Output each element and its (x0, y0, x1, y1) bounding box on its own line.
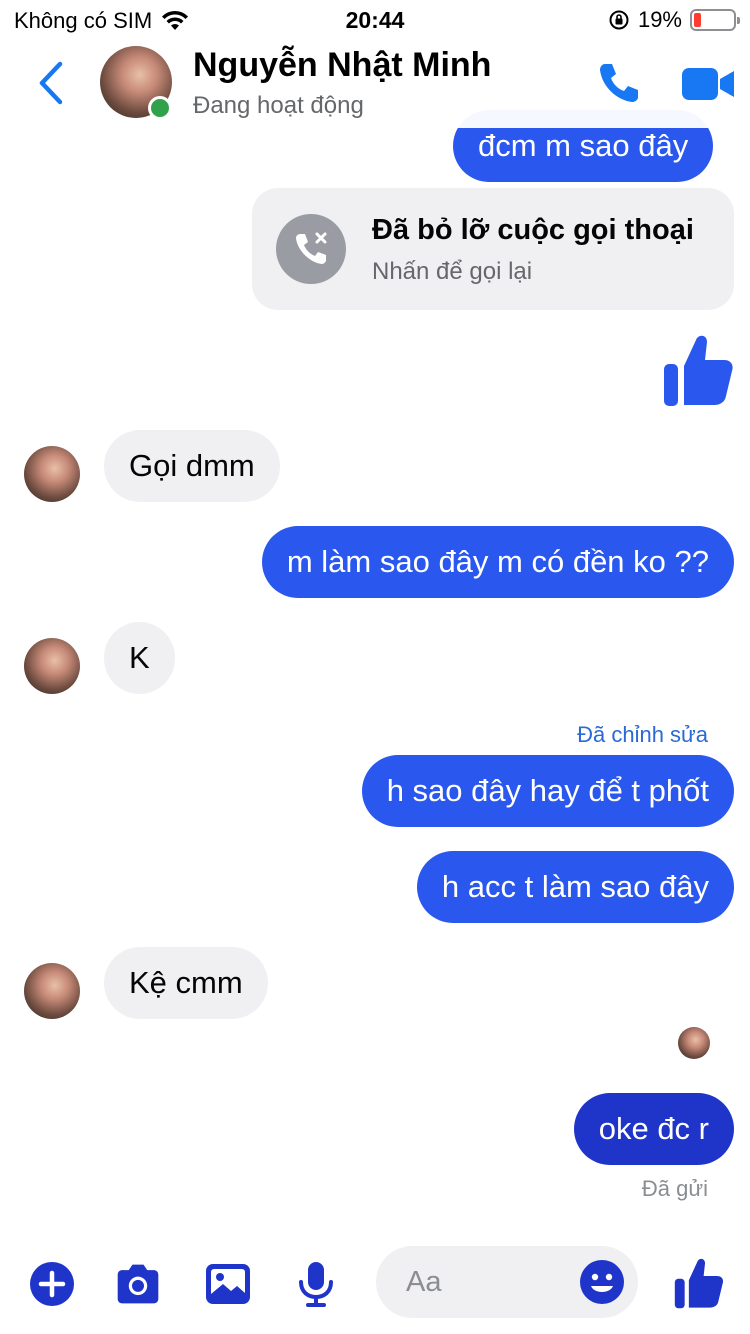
missed-call-icon (276, 214, 346, 284)
message-bubble[interactable]: h acc t làm sao đây (416, 851, 734, 923)
missed-call-card[interactable]: Đã bỏ lỡ cuộc gọi thoại Nhấn để gọi lại (252, 188, 734, 310)
edited-label[interactable]: Đã chỉnh sửa (577, 722, 708, 748)
battery-level (694, 13, 701, 27)
thumbs-up-icon[interactable] (672, 1256, 724, 1310)
thumbs-up-icon[interactable] (660, 332, 734, 408)
seen-receipt-avatar (678, 1027, 710, 1059)
video-call-icon[interactable] (680, 64, 736, 104)
chat-header: Nguyễn Nhật Minh Đang hoạt động (0, 40, 750, 128)
message-bubble[interactable]: K (104, 622, 175, 694)
status-bar: Không có SIM 20:44 19% (0, 0, 750, 40)
back-chevron-icon[interactable] (34, 60, 70, 106)
battery-percent: 19% (637, 7, 682, 32)
microphone-icon[interactable] (292, 1260, 340, 1308)
message-bubble[interactable]: Kệ cmm (104, 947, 268, 1019)
contact-name[interactable]: Nguyễn Nhật Minh (193, 46, 491, 85)
online-indicator (148, 96, 172, 120)
message-input[interactable]: Aa (376, 1246, 638, 1318)
message-bubble[interactable]: m làm sao đây m có đền ko ?? (261, 526, 734, 598)
status-right: 19% (608, 7, 740, 33)
gallery-icon[interactable] (204, 1260, 252, 1308)
sender-avatar[interactable] (24, 638, 80, 694)
phone-call-icon[interactable] (594, 58, 644, 108)
composer-bar: Aa (0, 1240, 750, 1334)
message-bubble[interactable]: Gọi dmm (104, 430, 280, 502)
missed-call-title: Đã bỏ lỡ cuộc gọi thoại (372, 214, 694, 246)
message-input-placeholder: Aa (406, 1266, 442, 1298)
sender-avatar[interactable] (24, 446, 80, 502)
battery-icon (690, 9, 740, 31)
missed-call-subtitle: Nhấn để gọi lại (372, 258, 533, 285)
sender-avatar[interactable] (24, 963, 80, 1019)
plus-icon[interactable] (28, 1260, 76, 1308)
emoji-icon[interactable] (578, 1258, 626, 1306)
orientation-lock-icon (609, 10, 629, 30)
message-bubble[interactable]: oke đc r (573, 1093, 734, 1165)
contact-status: Đang hoạt động (193, 92, 364, 119)
message-bubble[interactable]: h sao đây hay để t phốt (361, 755, 734, 827)
sent-receipt: Đã gửi (641, 1176, 708, 1201)
camera-icon[interactable] (114, 1260, 162, 1308)
